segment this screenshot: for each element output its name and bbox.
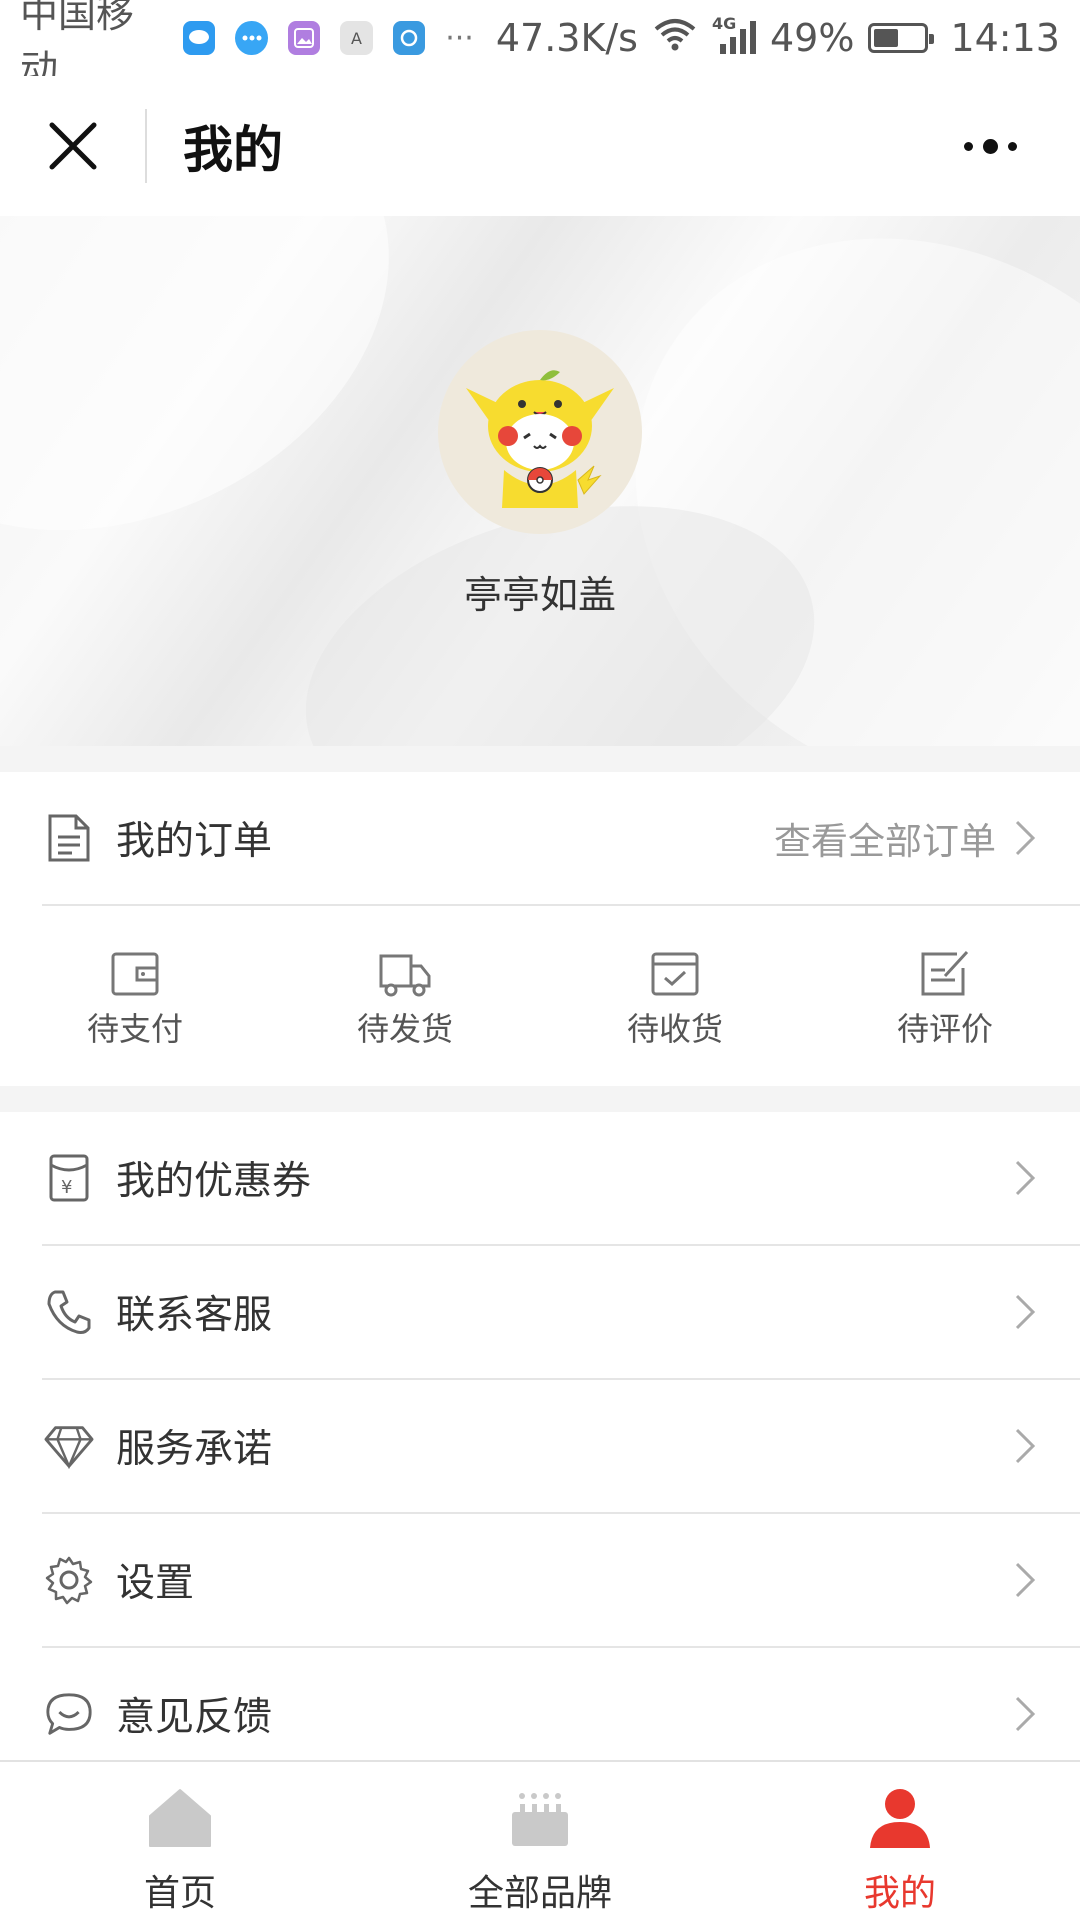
network-speed: 47.3K/s (495, 16, 638, 60)
chevron-right-icon (1014, 1514, 1036, 1646)
menu-item-customer-service[interactable]: 联系客服 (0, 1246, 1080, 1378)
battery-icon (868, 23, 935, 53)
clock: 14:13 (950, 16, 1060, 60)
menu-item-settings[interactable]: 设置 (0, 1514, 1080, 1646)
avatar[interactable] (438, 330, 642, 534)
truck-icon (379, 954, 431, 997)
coupon-icon: ¥ (44, 1153, 94, 1203)
status-pending-payment[interactable]: 待支付 (0, 906, 270, 1088)
view-all-orders-label: 查看全部订单 (774, 820, 996, 863)
tab-home[interactable]: 首页 (0, 1762, 360, 1920)
chevron-right-icon (1014, 1380, 1036, 1512)
status-bar: 中国移动 A ··· 47.3K/s 4G 49% 14:13 (0, 0, 1080, 91)
bottom-tab-bar: 首页 全部品牌 我的 (0, 1760, 1080, 1920)
edit-note-icon (921, 950, 969, 996)
menu-item-label: 服务承诺 (116, 1427, 273, 1472)
tab-label: 首页 (143, 1873, 216, 1914)
gallery-icon (287, 21, 321, 55)
pikachu-avatar (466, 370, 614, 508)
page-title: 我的 (183, 121, 283, 179)
chevron-right-icon (1014, 1112, 1036, 1244)
profile-banner: 亭亭如盖 (0, 216, 1080, 746)
app-circle-icon (392, 21, 426, 55)
phone-icon (44, 1287, 94, 1337)
title-bar: 我的 (0, 76, 1080, 216)
feedback-bubble-icon (44, 1689, 94, 1739)
title-divider (145, 109, 147, 183)
status-label: 待支付 (86, 1010, 183, 1048)
diamond-icon (44, 1421, 94, 1471)
menu-section: ¥ 我的优惠券 联系客服 服务承诺 设置 意见反馈 (0, 1112, 1080, 1760)
menu-item-label: 意见反馈 (116, 1695, 273, 1740)
more-dots-icon (963, 138, 1017, 154)
menu-item-label: 设置 (116, 1561, 195, 1606)
document-icon (44, 813, 94, 863)
menu-item-coupons[interactable]: ¥ 我的优惠券 (0, 1112, 1080, 1244)
tab-mine[interactable]: 我的 (720, 1762, 1080, 1920)
message-icon (235, 21, 268, 55)
brands-icon (512, 1793, 568, 1846)
status-label: 待收货 (626, 1010, 723, 1048)
banner-wave (0, 216, 463, 615)
status-pending-review[interactable]: 待评价 (810, 906, 1080, 1088)
menu-item-label: 我的优惠券 (116, 1159, 312, 1204)
gear-icon (44, 1555, 94, 1605)
chevron-right-icon (1014, 1246, 1036, 1378)
battery-level (874, 29, 898, 47)
status-pending-receipt[interactable]: 待收货 (540, 906, 810, 1088)
tab-all-brands[interactable]: 全部品牌 (360, 1762, 720, 1920)
close-icon (49, 122, 96, 170)
view-all-orders-link[interactable]: 查看全部订单 (774, 772, 1036, 904)
close-button[interactable] (0, 76, 145, 216)
wifi-icon (652, 16, 698, 60)
more-notifications: ··· (445, 20, 474, 56)
wallet-icon (111, 952, 159, 996)
user-icon (870, 1789, 930, 1848)
my-orders-row[interactable]: 我的订单 查看全部订单 (0, 772, 1080, 904)
home-icon (149, 1789, 211, 1847)
keyboard-icon: A (340, 21, 373, 55)
status-pending-shipment[interactable]: 待发货 (270, 906, 540, 1088)
signal-icon: 4G (712, 14, 756, 58)
svg-text:¥: ¥ (61, 1177, 72, 1198)
tab-label: 全部品牌 (467, 1873, 612, 1914)
order-status-bar: 待支付 待发货 待收货 待评价 (0, 906, 1080, 1088)
svg-text:A: A (351, 29, 362, 48)
nickname: 亭亭如盖 (463, 573, 616, 617)
chat-bubble-icon (183, 21, 216, 55)
battery-percent: 49% (769, 16, 855, 60)
more-options-button[interactable] (940, 116, 1040, 176)
status-label: 待发货 (356, 1010, 453, 1048)
chevron-right-icon (1015, 820, 1036, 856)
status-label: 待评价 (896, 1010, 993, 1048)
menu-item-label: 联系客服 (116, 1293, 273, 1338)
package-check-icon (651, 952, 699, 996)
orders-section: 我的订单 查看全部订单 待支付 待发货 待收货 待评价 (0, 772, 1080, 1086)
tab-label: 我的 (863, 1873, 936, 1914)
menu-item-service-promise[interactable]: 服务承诺 (0, 1380, 1080, 1512)
my-orders-label: 我的订单 (116, 819, 273, 864)
